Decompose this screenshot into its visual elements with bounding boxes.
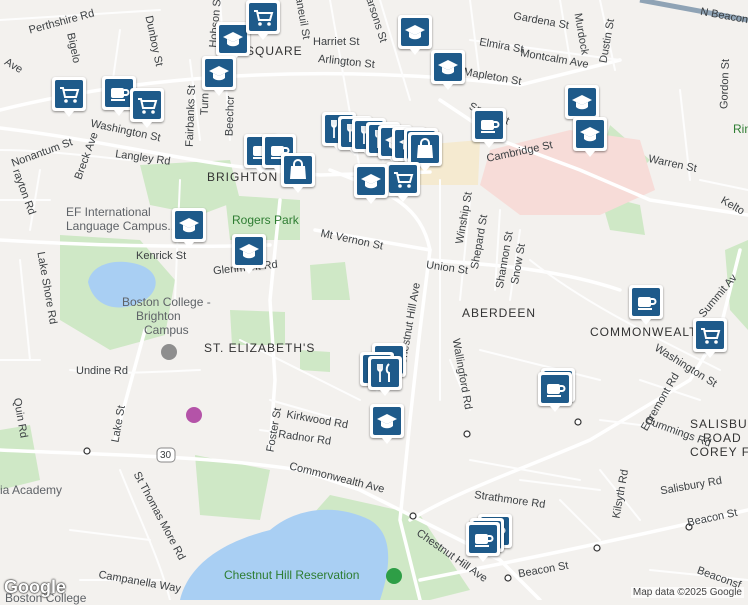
label-ring: Ring <box>733 122 748 136</box>
street-turner: Turn <box>198 92 212 116</box>
street-harriet: Harriet St <box>313 36 360 48</box>
route-30-shield: 30 <box>160 450 172 461</box>
school-pin-icon[interactable] <box>573 117 607 157</box>
grocery-pin-icon[interactable] <box>246 0 280 40</box>
neighborhood-aberdeen: ABERDEEN <box>462 306 537 320</box>
school-pin-icon[interactable] <box>202 56 236 96</box>
street-fairbanks: Fairbanks St <box>183 84 198 148</box>
cafe-pin-icon[interactable] <box>472 108 506 148</box>
cafe-pin-icon[interactable] <box>466 522 500 562</box>
neighborhood-commonwealth: COMMONWEALTH <box>590 325 708 339</box>
restaurant-pin-icon[interactable] <box>368 356 402 396</box>
neighborhood-square: SQUARE <box>246 44 303 58</box>
shopping-pin-icon[interactable] <box>408 132 442 172</box>
label-bc-3: Campus <box>144 323 189 337</box>
neighborhood-brighton: BRIGHTON <box>207 170 279 184</box>
school-pin-icon[interactable] <box>565 85 599 125</box>
school-pin-icon[interactable] <box>354 164 388 204</box>
street-beechcroft: Beechcr <box>223 95 237 137</box>
park-reservation: Chestnut Hill Reservation <box>224 568 360 582</box>
neighborhood-corey: COREY FA <box>690 445 748 459</box>
school-pin-icon[interactable] <box>370 404 404 444</box>
street-undine: Undine Rd <box>76 365 128 377</box>
shopping-pin-icon[interactable] <box>281 153 315 193</box>
google-logo: Google <box>4 577 66 597</box>
school-pin-icon[interactable] <box>398 15 432 55</box>
cafe-pin-icon[interactable] <box>538 372 572 412</box>
street-gordon: Gordon St <box>718 58 732 110</box>
label-bc-2: Brighton <box>136 309 181 323</box>
label-ef-2: Language Campus... <box>66 219 178 233</box>
map-attribution[interactable]: Map data ©2025 Google <box>630 587 744 598</box>
cafe-pin-icon[interactable] <box>629 285 663 325</box>
label-bc-1: Boston College - <box>122 295 211 309</box>
school-pin-icon[interactable] <box>216 22 250 62</box>
street-kenrick: Kenrick St <box>136 250 187 262</box>
school-pin-icon[interactable] <box>232 234 266 274</box>
grocery-pin-icon[interactable] <box>386 162 420 202</box>
grocery-pin-icon[interactable] <box>52 77 86 117</box>
park-rogers: Rogers Park <box>232 213 299 227</box>
neighborhood-st-elizabeths: ST. ELIZABETH'S <box>204 341 316 355</box>
label-academy: ia Academy <box>0 483 63 497</box>
label-ef-1: EF International <box>66 205 151 219</box>
school-pin-icon[interactable] <box>172 208 206 248</box>
grocery-pin-icon[interactable] <box>693 318 727 358</box>
grocery-pin-icon[interactable] <box>130 88 164 128</box>
neighborhood-salisbury: SALISBU <box>690 417 748 431</box>
school-pin-icon[interactable] <box>431 50 465 90</box>
